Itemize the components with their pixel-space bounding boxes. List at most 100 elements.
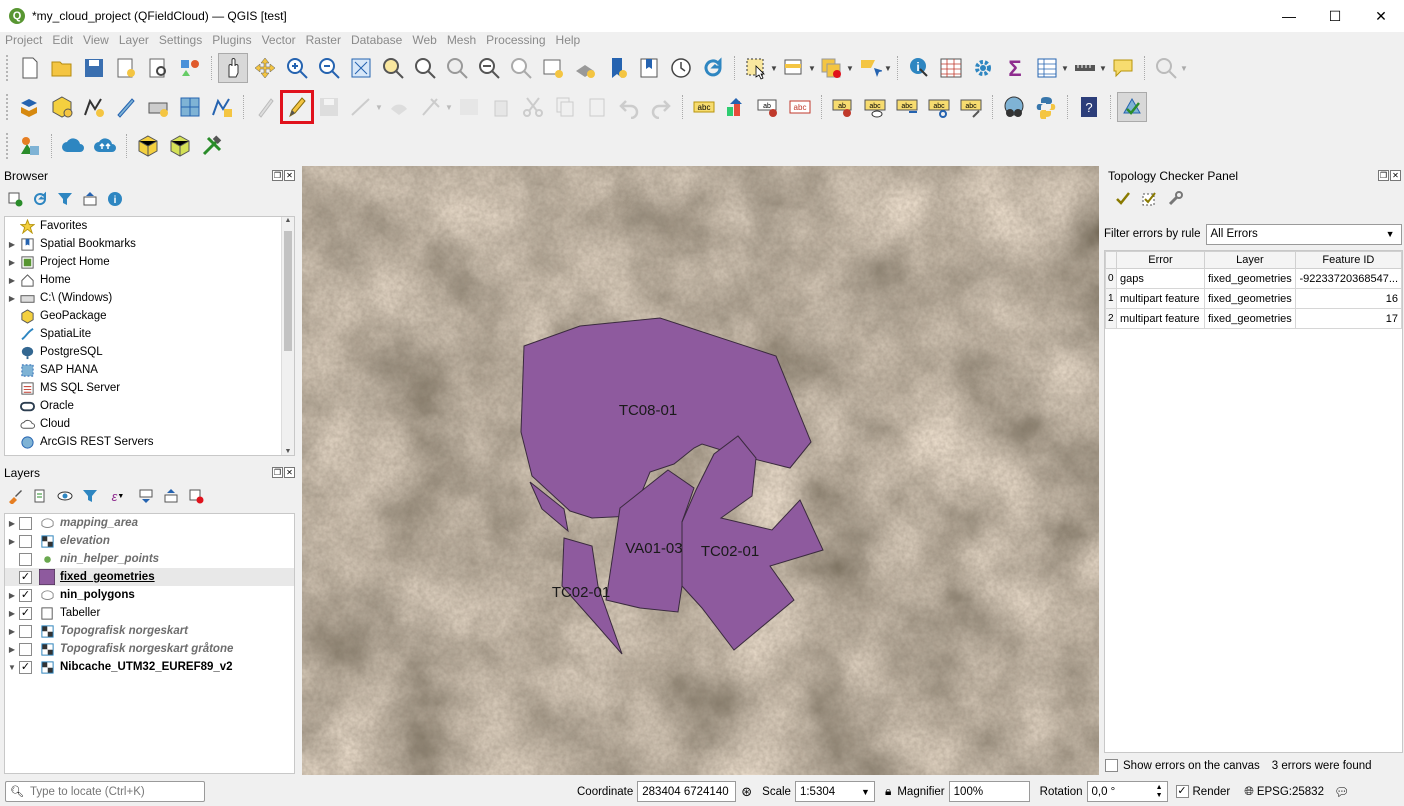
browser-item-oracle[interactable]: Oracle	[5, 397, 294, 415]
layer-visibility-checkbox[interactable]	[19, 642, 32, 656]
refresh-browser-icon[interactable]	[31, 190, 49, 208]
pan-map-icon[interactable]	[218, 53, 248, 83]
lock-scale-icon[interactable]: 🔒︎	[885, 784, 891, 799]
current-edits-icon[interactable]	[250, 92, 280, 122]
pan-to-selection-icon[interactable]	[250, 53, 280, 83]
menu-edit[interactable]: Edit	[47, 32, 78, 48]
filter-browser-icon[interactable]	[56, 190, 74, 208]
expand-arrow-icon[interactable]: ▶	[5, 591, 19, 600]
browser-item-spatialite[interactable]: SpatiaLite	[5, 325, 294, 343]
map-canvas[interactable]: TC08-01 VA01-03 TC02-01 TC02-01	[302, 166, 1099, 775]
render-checkbox[interactable]: ✓	[1175, 785, 1189, 798]
settings-gear-icon[interactable]	[968, 53, 998, 83]
rotation-spinbox[interactable]: 0,0 ° ▲ ▼	[1086, 781, 1168, 802]
style-layer-icon[interactable]	[6, 487, 24, 505]
expand-arrow-icon[interactable]: ▶	[5, 627, 19, 636]
browser-item-ms-sql-server[interactable]: MS SQL Server	[5, 379, 294, 397]
digitize-icon[interactable]	[111, 92, 141, 122]
column-header-error[interactable]: Error	[1116, 251, 1205, 269]
save-project-icon[interactable]	[79, 53, 109, 83]
layer-item-mapping-area[interactable]: ▶ mapping_area	[5, 514, 294, 532]
select-features-icon[interactable]	[741, 53, 771, 83]
float-panel-button[interactable]: ❐	[272, 467, 283, 478]
new-project-icon[interactable]	[15, 53, 45, 83]
layer-item-topografisk-norgeskart[interactable]: ▶ Topografisk norgeskart	[5, 622, 294, 640]
pin-label-icon[interactable]: ab	[828, 92, 858, 122]
browser-item-sap-hana[interactable]: SAP HANA	[5, 361, 294, 379]
package-for-qfield-icon[interactable]	[133, 131, 163, 161]
change-label-icon[interactable]: abc	[956, 92, 986, 122]
layer-visibility-checkbox[interactable]	[19, 516, 32, 530]
paste-features-icon[interactable]	[582, 92, 612, 122]
vertex-tool-icon[interactable]	[384, 92, 414, 122]
copy-features-icon[interactable]	[550, 92, 580, 122]
synchronize-qfield-icon[interactable]	[165, 131, 195, 161]
layer-visibility-checkbox[interactable]	[19, 534, 32, 548]
help-icon[interactable]: ?	[1074, 92, 1104, 122]
browser-item-postgresql[interactable]: PostgreSQL	[5, 343, 294, 361]
messages-icon[interactable]: 💬︎	[1334, 785, 1349, 799]
zoom-full-icon[interactable]	[346, 53, 376, 83]
layer-item-elevation[interactable]: ▶ elevation	[5, 532, 294, 550]
layer-item-fixed-geometries[interactable]: ✓ fixed_geometries	[5, 568, 294, 586]
new-map-view-icon[interactable]	[538, 53, 568, 83]
remove-layer-icon[interactable]	[187, 487, 205, 505]
table-row[interactable]: 1 multipart feature fixed_geometries 16	[1105, 288, 1403, 309]
zoom-next-icon[interactable]	[506, 53, 536, 83]
zoom-last-icon[interactable]	[474, 53, 504, 83]
menu-raster[interactable]: Raster	[301, 32, 346, 48]
expand-arrow-icon[interactable]: ▶	[5, 240, 19, 249]
menu-help[interactable]: Help	[551, 32, 586, 48]
configure-rules-icon[interactable]	[1166, 190, 1184, 208]
toggle-editing-pencil-icon[interactable]	[280, 90, 314, 124]
save-edits-icon[interactable]	[314, 92, 344, 122]
layer-item-nin-polygons[interactable]: ▶ ✓ nin_polygons	[5, 586, 294, 604]
add-feature-icon[interactable]	[346, 92, 376, 122]
menu-plugins[interactable]: Plugins	[207, 32, 256, 48]
layer-visibility-checkbox[interactable]: ✓	[19, 588, 32, 602]
browser-item-spatial-bookmarks[interactable]: ▶ Spatial Bookmarks	[5, 235, 294, 253]
close-button[interactable]: ✕	[1358, 0, 1404, 32]
menu-vector[interactable]: Vector	[257, 32, 301, 48]
menu-mesh[interactable]: Mesh	[442, 32, 481, 48]
menu-settings[interactable]: Settings	[154, 32, 207, 48]
expand-all-icon[interactable]	[137, 487, 155, 505]
show-hide-label-icon[interactable]: abc	[860, 92, 890, 122]
layer-item-nibcache-utm32-euref89-v2[interactable]: ▼ ✓ Nibcache_UTM32_EUREF89_v2	[5, 658, 294, 676]
expand-arrow-icon[interactable]: ▶	[5, 258, 19, 267]
browser-item-geopackage[interactable]: GeoPackage	[5, 307, 294, 325]
map-tips-icon[interactable]	[1108, 53, 1138, 83]
layer-visibility-checkbox[interactable]: ✓	[19, 606, 32, 620]
identify-icon[interactable]: i	[904, 53, 934, 83]
delete-selected-icon[interactable]	[486, 92, 516, 122]
menu-view[interactable]: View	[78, 32, 114, 48]
modify-attributes-icon[interactable]	[416, 92, 446, 122]
menu-processing[interactable]: Processing	[481, 32, 550, 48]
add-selected-layers-icon[interactable]	[6, 190, 24, 208]
validate-extent-icon[interactable]	[1140, 190, 1158, 208]
expand-arrow-icon[interactable]: ▶	[5, 645, 19, 654]
layer-item-tabeller[interactable]: ▶ ✓ Tabeller	[5, 604, 294, 622]
maximize-button[interactable]: ☐	[1312, 0, 1358, 32]
close-panel-button[interactable]: ✕	[1390, 170, 1401, 181]
style-manager-icon[interactable]	[175, 53, 205, 83]
topology-checker-icon[interactable]	[1117, 92, 1147, 122]
zoom-to-layer-icon[interactable]	[410, 53, 440, 83]
quickosm-icon[interactable]	[999, 92, 1029, 122]
menu-layer[interactable]: Layer	[114, 32, 154, 48]
layer-item-topografisk-norgeskart-gr-tone[interactable]: ▶ Topografisk norgeskart gråtone	[5, 640, 294, 658]
zoom-to-selection-icon[interactable]	[378, 53, 408, 83]
layer-visibility-checkbox[interactable]: ✓	[19, 570, 32, 584]
label-highlight-icon[interactable]: abc	[785, 92, 815, 122]
new-mesh-layer-icon[interactable]	[175, 92, 205, 122]
table-row[interactable]: 2 multipart feature fixed_geometries 17	[1105, 308, 1403, 329]
minimize-button[interactable]: —	[1266, 0, 1312, 32]
collapse-all-layers-icon[interactable]	[162, 487, 180, 505]
temporal-controller-icon[interactable]	[666, 53, 696, 83]
collapse-all-icon[interactable]	[81, 190, 99, 208]
locator-search-input[interactable]: 🔍︎ Type to locate (Ctrl+K)	[5, 781, 205, 802]
deselect-icon[interactable]	[817, 53, 847, 83]
layer-visibility-checkbox[interactable]: ✓	[19, 660, 32, 674]
select-by-location-icon[interactable]	[855, 53, 885, 83]
qfieldsync-icon[interactable]	[15, 131, 45, 161]
